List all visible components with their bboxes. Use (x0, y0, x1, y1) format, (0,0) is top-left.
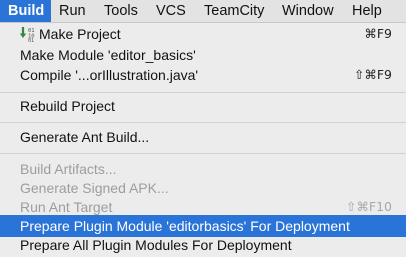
menu-build[interactable]: Build (0, 0, 51, 22)
menu-vcs[interactable]: VCS (148, 0, 194, 22)
make-project-shortcut: ⌘F9 (364, 26, 392, 41)
rebuild-label: Rebuild Project (20, 98, 115, 114)
run-ant-label: Run Ant Target (20, 199, 113, 215)
menu-help[interactable]: Help (344, 0, 390, 22)
generate-ant-label: Generate Ant Build... (20, 129, 150, 145)
menu-tools[interactable]: Tools (96, 0, 146, 22)
svg-text:01: 01 (28, 38, 34, 42)
prepare-plugin-label: Prepare Plugin Module 'editorbasics' For… (20, 218, 350, 234)
make-project-label: Make Project (39, 26, 121, 42)
menu-separator (0, 122, 406, 123)
prepare-all-label: Prepare All Plugin Modules For Deploymen… (20, 237, 292, 253)
menu-separator (0, 92, 406, 93)
menu-item-compile[interactable]: Compile '...orIllustration.java' ⇧⌘F9 (0, 64, 406, 86)
build-menu: 01 10 01 Make Project ⌘F9 Make Module 'e… (0, 23, 406, 257)
menu-item-make-project[interactable]: 01 10 01 Make Project ⌘F9 (0, 23, 406, 45)
menu-item-make-module[interactable]: Make Module 'editor_basics' (0, 44, 406, 66)
menu-separator (0, 153, 406, 154)
menu-item-generate-ant-build[interactable]: Generate Ant Build... (0, 126, 406, 148)
make-module-label: Make Module 'editor_basics' (20, 47, 196, 63)
menu-run[interactable]: Run (51, 0, 94, 22)
generate-apk-label: Generate Signed APK... (20, 180, 169, 196)
compile-shortcut: ⇧⌘F9 (353, 67, 392, 82)
build-artifacts-label: Build Artifacts... (20, 161, 117, 177)
menu-window[interactable]: Window (274, 0, 342, 22)
compile-label: Compile '...orIllustration.java' (20, 67, 199, 83)
menu-item-rebuild-project[interactable]: Rebuild Project (0, 95, 406, 117)
menu-item-prepare-all-plugin-modules[interactable]: Prepare All Plugin Modules For Deploymen… (0, 234, 406, 256)
menu-bar: Build Run Tools VCS TeamCity Window Help (0, 0, 406, 23)
menu-teamcity[interactable]: TeamCity (196, 0, 272, 22)
make-project-icon: 01 10 01 (19, 26, 37, 44)
